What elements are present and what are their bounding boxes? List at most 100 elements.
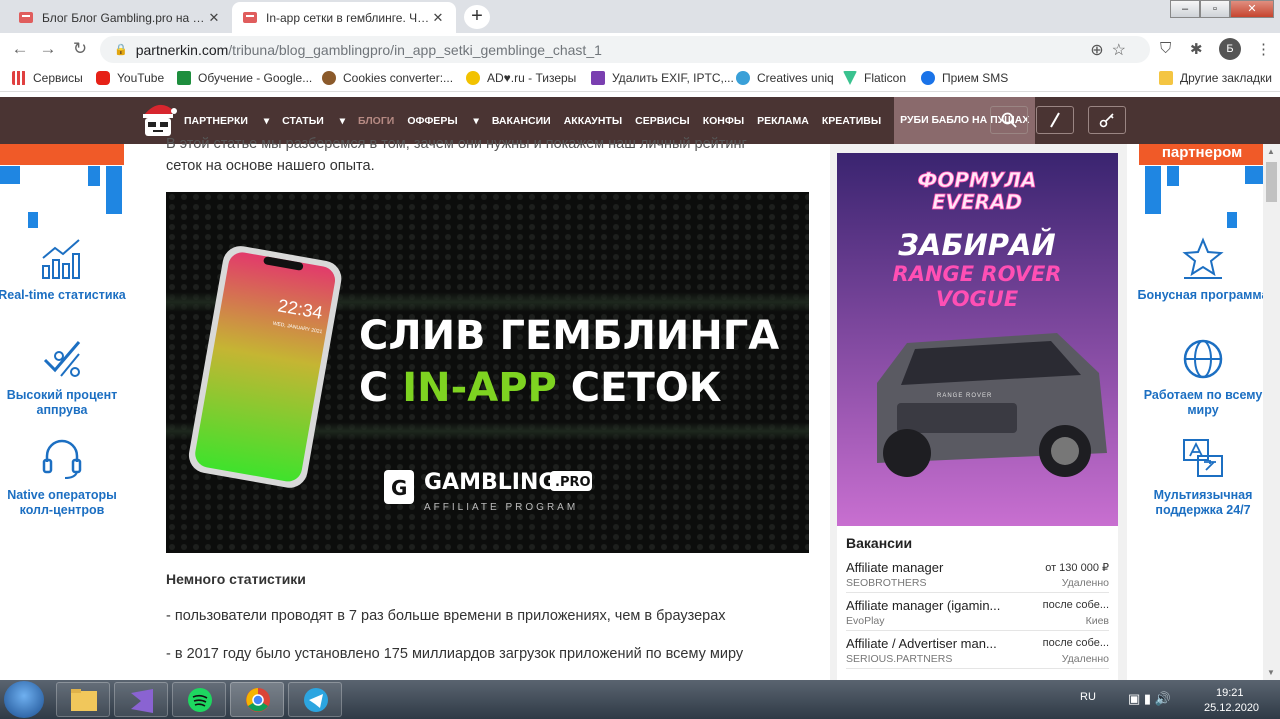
globe-icon — [1183, 339, 1223, 379]
taskbar-telegram[interactable] — [288, 682, 342, 717]
new-tab-button[interactable]: + — [464, 5, 490, 29]
browser-tab[interactable]: Блог Блог Gambling.pro на Парт ✕ — [8, 2, 232, 33]
stats-heading: Немного статистики — [166, 571, 306, 587]
bookmark-exif[interactable]: Удалить EXIF, IPTC,... — [591, 71, 734, 85]
profile-avatar[interactable]: Б — [1219, 38, 1241, 60]
santa-logo-icon[interactable] — [140, 99, 178, 139]
feature-call-center: Native операторы колл-центров — [0, 436, 131, 518]
bookmark-sms[interactable]: Прием SMS — [921, 71, 1008, 85]
extensions-puzzle-icon[interactable]: ✱ — [1190, 40, 1203, 58]
vacancy-salary: после собе... — [1042, 637, 1109, 649]
power-icon — [921, 71, 935, 85]
menu-articles[interactable]: СТАТЬИ ▾ — [282, 115, 345, 127]
shield-extension-icon[interactable]: ⛉ — [1160, 40, 1171, 57]
vacancies-title: Вакансии — [846, 535, 913, 551]
bookmarks-bar: Сервисы YouTube Обучение - Google... Coo… — [0, 65, 1280, 92]
blog-favicon-icon — [19, 11, 33, 23]
language-indicator[interactable]: RU — [1080, 691, 1096, 703]
menu-accounts[interactable]: АККАУНТЫ — [564, 115, 622, 127]
brand-name: GAMBLING — [424, 470, 556, 495]
feature-realtime-stats: Real-time статистика — [0, 236, 131, 303]
translate-icon — [1183, 439, 1223, 477]
menu-advertising[interactable]: РЕКЛАМА — [757, 115, 809, 127]
menu-blogs[interactable]: БЛОГИ — [358, 115, 394, 127]
clock-time[interactable]: 19:21 — [1216, 687, 1244, 699]
back-icon[interactable]: ← — [8, 39, 32, 59]
scroll-up-icon[interactable]: ▲ — [1267, 147, 1275, 156]
feature-approval-rate: Высокий процент аппрува — [0, 336, 131, 418]
minimize-icon[interactable]: – — [1170, 0, 1200, 18]
login-button[interactable] — [1088, 106, 1126, 134]
vacancies-widget: Вакансии Affiliate manager от 130 000 ₽ … — [837, 526, 1118, 681]
sheets-icon — [177, 71, 191, 85]
browser-tab-strip: Блог Блог Gambling.pro на Парт ✕ In-app … — [0, 0, 1280, 33]
windows-start-button[interactable] — [4, 681, 44, 718]
address-bar[interactable]: 🔒 partnerkin.com/tribuna/blog_gamblingpr… — [100, 36, 1150, 63]
bookmark-services[interactable]: Сервисы — [12, 71, 83, 85]
bookmark-creatives[interactable]: Creatives uniq — [736, 71, 834, 85]
menu-services[interactable]: СЕРВИСЫ — [635, 115, 690, 127]
reload-icon[interactable]: ↻ — [68, 39, 92, 59]
vacancy-item[interactable]: Affiliate manager (igamin... после собе.… — [846, 593, 1109, 631]
taskbar-explorer[interactable] — [56, 682, 110, 717]
bookmark-training[interactable]: Обучение - Google... — [177, 71, 312, 85]
menu-vacancies[interactable]: ВАКАНСИИ — [492, 115, 551, 127]
cookie-icon — [322, 71, 336, 85]
decor-bar — [1227, 212, 1237, 228]
ad-line: EVERAD — [932, 190, 1022, 214]
close-tab-icon[interactable]: ✕ — [430, 10, 446, 26]
maximize-icon[interactable]: ▫ — [1200, 0, 1230, 18]
taskbar-chrome[interactable] — [230, 682, 284, 717]
menu-creatives[interactable]: КРЕАТИВЫ — [822, 115, 881, 127]
search-button[interactable] — [990, 106, 1028, 134]
taskbar-visual-studio[interactable] — [114, 682, 168, 717]
visual-studio-icon — [131, 689, 153, 713]
chrome-icon — [246, 688, 270, 712]
decor-bar — [1245, 166, 1265, 184]
apps-grid-icon — [12, 71, 26, 85]
left-side-banner[interactable]: Real-time статистика Высокий процент апп… — [0, 144, 138, 552]
scroll-down-icon[interactable]: ▼ — [1267, 668, 1275, 677]
banner-artwork: 22:34 WED, JANUARY 2021 СЛИВ ГЕМБЛИНГА С… — [166, 192, 809, 553]
spotify-icon — [188, 688, 212, 712]
feature-worldwide: Работаем по всему миру — [1134, 336, 1272, 418]
vacancy-item[interactable]: Affiliate manager от 130 000 ₽ SEOBROTHE… — [846, 555, 1109, 593]
clock-date[interactable]: 25.12.2020 — [1204, 702, 1259, 714]
page-scrollbar[interactable]: ▲ ▼ — [1263, 144, 1280, 680]
orange-tab — [0, 144, 124, 165]
ad-line: ЗАБИРАЙ — [897, 228, 1055, 262]
close-window-icon[interactable]: ✕ — [1230, 0, 1274, 18]
bookmark-cookies[interactable]: Cookies converter:... — [322, 71, 453, 85]
tray-icons[interactable]: ▣ ▮ 🔊 — [1128, 691, 1171, 707]
lock-icon[interactable]: 🔒 — [114, 43, 128, 56]
other-bookmarks[interactable]: Другие закладки — [1159, 71, 1272, 85]
menu-offers[interactable]: ОФФЕРЫ ▾ — [407, 115, 478, 127]
feature-bonus-program: Бонусная программа — [1134, 236, 1272, 303]
ad-heart-icon — [466, 71, 480, 85]
everad-ad-banner[interactable]: ФОРМУЛА EVERAD ЗАБИРАЙ RANGE ROVER VOGUE… — [837, 153, 1118, 526]
menu-kebab-icon[interactable]: ⋮ — [1256, 40, 1271, 58]
menu-partners[interactable]: ПАРТНЕРКИ ▾ — [184, 115, 269, 127]
vacancy-item[interactable]: Affiliate / Advertiser man... после собе… — [846, 631, 1109, 669]
svg-text:G: G — [391, 476, 407, 500]
vacancy-title: Affiliate / Advertiser man... — [846, 636, 997, 651]
write-post-button[interactable] — [1036, 106, 1074, 134]
stat-item: - пользователи проводят в 7 раз больше в… — [166, 608, 726, 624]
close-tab-icon[interactable]: ✕ — [206, 10, 222, 26]
forward-icon[interactable]: → — [36, 39, 60, 59]
browser-tab-active[interactable]: In-app сетки в гемблинге. Часть ✕ — [232, 2, 456, 33]
bookmark-youtube[interactable]: YouTube — [96, 71, 164, 85]
scrollbar-thumb[interactable] — [1266, 162, 1277, 202]
bookmark-star-icon[interactable]: ⊕☆ — [1090, 40, 1134, 60]
menu-conferences[interactable]: КОНФЫ — [703, 115, 744, 127]
right-side-banner[interactable]: партнером Бонусная программа Работаем по… — [1127, 144, 1268, 552]
vacancy-salary: от 130 000 ₽ — [1045, 562, 1109, 574]
taskbar-spotify[interactable] — [172, 682, 226, 717]
percent-check-icon — [43, 341, 81, 377]
bookmark-ad[interactable]: AD♥.ru - Тизеры — [466, 71, 576, 85]
url-path: /tribuna/blog_gamblingpro/in_app_setki_g… — [228, 41, 602, 58]
orange-tab: партнером — [1139, 144, 1265, 165]
intro-paragraph: сеток на основе нашего опыта. — [166, 158, 375, 174]
decor-bar — [106, 166, 122, 214]
bookmark-flaticon[interactable]: Flaticon — [843, 71, 906, 85]
